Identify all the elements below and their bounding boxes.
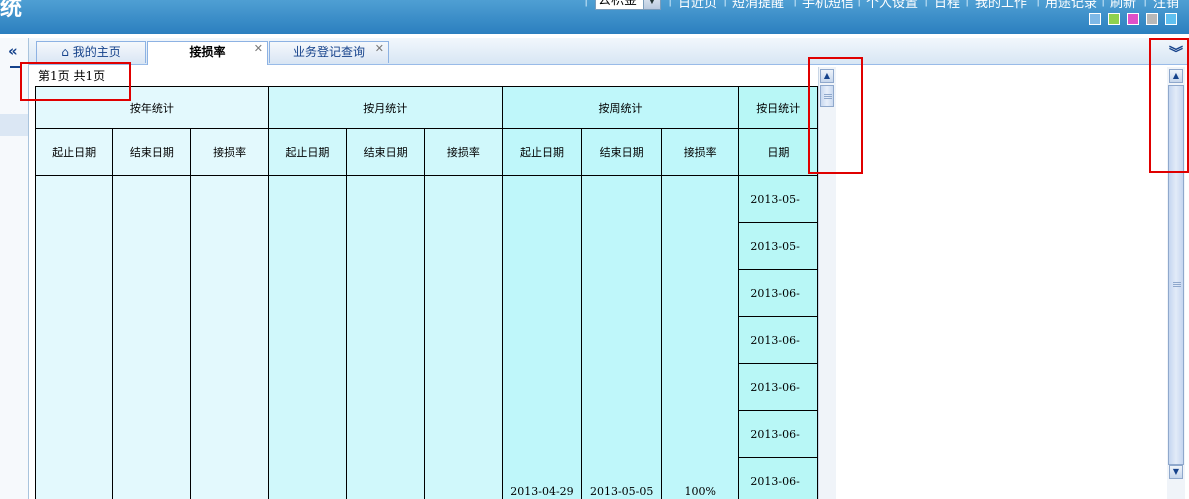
scroll-up-icon[interactable]: ▲ [1169, 69, 1183, 83]
header-link-refresh[interactable]: 刷新 [1110, 0, 1136, 11]
header-separator: | [723, 0, 727, 7]
year-end-cell [112, 175, 192, 499]
year-start-cell [35, 175, 114, 499]
column-header-row: 起止日期 结束日期 接损率 起止日期 结束日期 接损率 起止日期 结束日期 接损… [35, 128, 818, 176]
grid-viewport: 按年统计 按月统计 按周统计 按日统计 起止日期 结束日期 接损率 起止日期 结… [35, 86, 818, 499]
tab-label: 业务登记查询 [292, 45, 365, 59]
skin-option-blue[interactable] [1089, 13, 1101, 25]
col-header-year-end: 结束日期 [112, 128, 192, 176]
group-header-row: 按年统计 按月统计 按周统计 按日统计 [35, 86, 818, 129]
tab-bar: ⌂ 我的主页 接损率 ✕ 业务登记查询 ✕ ︾ [29, 38, 1189, 65]
system-select-value: 公积金 [598, 0, 638, 8]
group-header-month: 按月统计 [267, 86, 503, 129]
col-header-day-date: 日期 [738, 128, 818, 176]
statistics-table: 按年统计 按月统计 按周统计 按日统计 起止日期 结束日期 接损率 起止日期 结… [35, 86, 818, 499]
minus-icon[interactable] [10, 66, 20, 68]
close-icon[interactable]: ✕ [375, 38, 384, 59]
col-header-month-end: 结束日期 [346, 128, 426, 176]
header-link-recent[interactable]: 日近页 [678, 0, 717, 11]
scrollbar-thumb[interactable] [1168, 85, 1184, 465]
header-separator: | [584, 0, 588, 7]
day-date-cell: 2013-06- [738, 410, 818, 458]
skin-option-pink[interactable] [1127, 13, 1139, 25]
tab-content: 第1页 共1页 按年统计 按月统计 按周统计 按日统计 起止日期 结束日期 接损… [29, 65, 1189, 499]
header-separator: | [668, 0, 672, 7]
day-date-cell: 2013-06- [738, 363, 818, 411]
table-row: 2013-04-29 2013-05-05 100% 2013-05- [35, 175, 818, 499]
day-date-cell: 2013-05- [738, 222, 818, 270]
month-end-cell [346, 175, 426, 499]
tab-business-query[interactable]: 业务登记查询 ✕ [269, 41, 389, 63]
col-header-week-end: 结束日期 [581, 128, 663, 176]
month-rate-cell [424, 175, 503, 499]
header-separator: | [1101, 0, 1105, 7]
week-rate-cell: 100% [661, 175, 740, 499]
col-header-year-start: 起止日期 [35, 128, 114, 176]
sidebar-item-selected[interactable] [0, 114, 28, 136]
chevron-down-icon[interactable]: ▼ [643, 0, 660, 9]
close-icon[interactable]: ✕ [254, 38, 263, 59]
header-separator: | [793, 0, 797, 7]
col-header-month-start: 起止日期 [267, 128, 348, 176]
header-separator: | [1143, 0, 1147, 7]
col-header-year-rate: 接损率 [190, 128, 269, 176]
skin-option-lightblue[interactable] [1165, 13, 1177, 25]
col-header-week-rate: 接损率 [661, 128, 740, 176]
header-link-logout[interactable]: 注销 [1153, 0, 1179, 11]
col-header-week-start: 起止日期 [501, 128, 583, 176]
group-header-week: 按周统计 [501, 86, 740, 129]
left-sidebar: « [0, 38, 29, 499]
header-separator: | [965, 0, 969, 7]
scroll-up-icon[interactable]: ▲ [820, 69, 834, 83]
header-link-sms[interactable]: 手机短信 [802, 0, 854, 11]
grid-vertical-scrollbar[interactable]: ▲ [818, 67, 836, 499]
skin-option-green[interactable] [1108, 13, 1120, 25]
day-date-cell: 2013-06- [738, 269, 818, 317]
page-vertical-scrollbar[interactable]: ▲ ▼ [1167, 67, 1185, 499]
month-start-cell [267, 175, 348, 499]
header-link-settings[interactable]: 个人设置 [866, 0, 918, 11]
tab-label: 接损率 [189, 45, 226, 59]
double-chevron-down-icon[interactable]: ︾ [1169, 43, 1183, 63]
header-link-schedule[interactable]: 日程 [934, 0, 960, 11]
day-date-cell: 2013-06- [738, 316, 818, 364]
scroll-down-icon[interactable]: ▼ [1169, 465, 1183, 479]
group-header-year: 按年统计 [35, 86, 269, 129]
header-link-mywork[interactable]: 我的工作 [975, 0, 1027, 11]
tab-home[interactable]: ⌂ 我的主页 [36, 41, 146, 63]
week-start-cell: 2013-04-29 [501, 175, 583, 499]
pager-info: 第1页 共1页 [38, 69, 106, 83]
header-separator: | [924, 0, 928, 7]
header-separator: | [1036, 0, 1040, 7]
year-rate-cell [190, 175, 269, 499]
day-date-cell: 2013-05- [738, 175, 818, 223]
collapse-left-icon[interactable]: « [8, 42, 18, 60]
tab-label: 我的主页 [72, 45, 121, 59]
week-end-cell: 2013-05-05 [581, 175, 663, 499]
group-header-day: 按日统计 [738, 86, 818, 129]
system-select[interactable]: 公积金 ▼ [595, 0, 661, 10]
app-title: 统 [0, 0, 23, 21]
skin-option-gray[interactable] [1146, 13, 1158, 25]
header-separator: | [857, 0, 861, 7]
home-icon: ⌂ [61, 45, 69, 59]
day-date-cell: 2013-06- [738, 457, 818, 499]
header-link-message[interactable]: 短消提醒 [732, 0, 784, 11]
scrollbar-thumb[interactable] [820, 85, 834, 107]
header-link-log[interactable]: 用途记录 [1045, 0, 1097, 11]
col-header-month-rate: 接损率 [424, 128, 503, 176]
tab-damage-rate[interactable]: 接损率 ✕ [147, 41, 268, 65]
top-header: 统 | 公积金 ▼ | 日近页 | 短消提醒 | 手机短信 | 个人设置 | 日… [0, 0, 1189, 34]
